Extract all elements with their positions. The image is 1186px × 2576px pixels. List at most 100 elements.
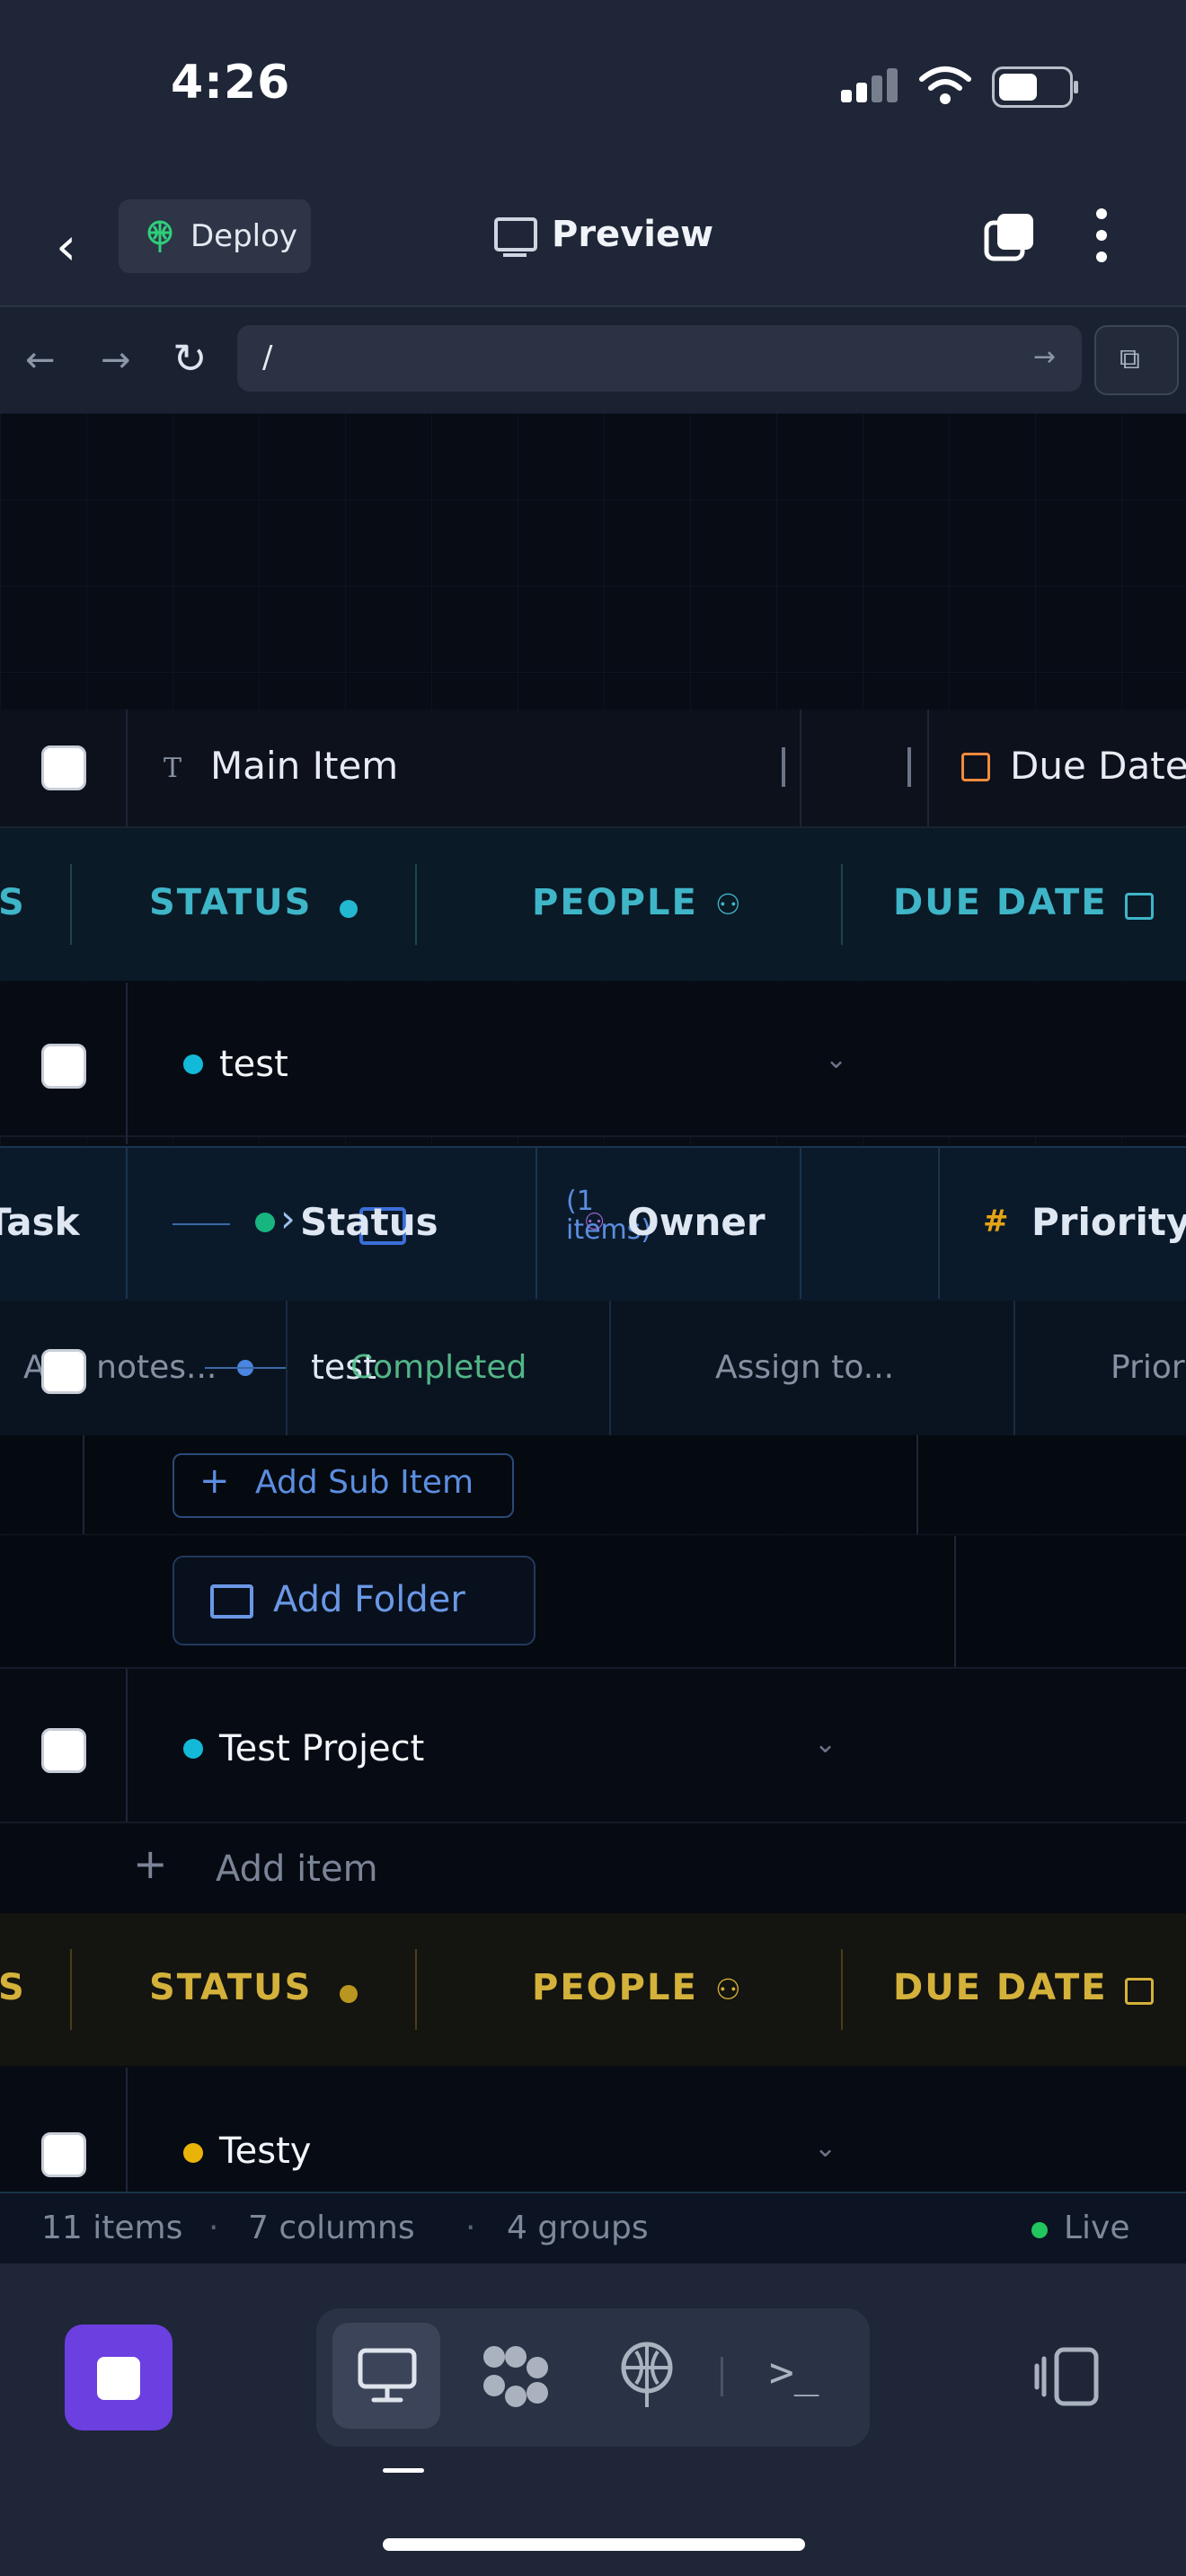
- owner-input[interactable]: Assign to...: [715, 1349, 894, 1386]
- text-type-icon: T: [164, 753, 182, 784]
- row-checkbox[interactable]: [41, 1728, 86, 1773]
- groups-count: 4 groups: [507, 2210, 649, 2246]
- panel-toggle-icon[interactable]: [1033, 2346, 1100, 2407]
- row-checkbox[interactable]: [41, 1044, 86, 1089]
- columns-count: 7 columns: [248, 2210, 415, 2246]
- people-icon: ⚇: [715, 887, 741, 922]
- chevron-down-icon[interactable]: ⌄: [814, 2132, 836, 2164]
- folder-icon: [210, 1584, 253, 1619]
- subitem-column-priority[interactable]: Priority: [1031, 1200, 1186, 1244]
- column-due-date[interactable]: DUE DATE: [893, 1967, 1108, 2008]
- calendar-icon: [961, 753, 990, 781]
- group-row-test-project[interactable]: [0, 1669, 1186, 1823]
- monitor-stand: [503, 253, 527, 257]
- live-status: Live: [1064, 2210, 1130, 2246]
- toolbar-divider: [721, 2357, 723, 2396]
- signal-icon: [841, 66, 898, 102]
- owner-icon: ⚇: [584, 1209, 606, 1236]
- add-item-row[interactable]: [0, 1823, 1186, 1915]
- url-text: /: [262, 340, 273, 375]
- people-icon: ⚇: [715, 1972, 741, 2007]
- monitor-icon: [494, 217, 537, 251]
- plus-icon: +: [199, 1460, 230, 1502]
- stop-icon: [97, 2357, 140, 2400]
- open-external-button[interactable]: ⧉: [1094, 325, 1179, 395]
- select-all-checkbox[interactable]: [41, 745, 86, 790]
- connector-line: [205, 1367, 286, 1369]
- status-dot-icon: [340, 1985, 358, 2003]
- add-sub-item-label: Add Sub Item: [255, 1464, 474, 1501]
- group-name: test: [219, 1044, 288, 1085]
- nav-back-icon[interactable]: ←: [25, 340, 56, 381]
- connector-line: [173, 1223, 230, 1225]
- wifi-icon: [919, 66, 971, 104]
- add-item-label: Add item: [216, 1848, 378, 1890]
- clock: 4:26: [171, 56, 291, 110]
- group-column-header: S STATUS PEOPLE ⚇ DUE DATE: [0, 828, 1186, 981]
- chevron-down-icon[interactable]: ⌄: [814, 1728, 836, 1760]
- monitor-icon[interactable]: [358, 2348, 417, 2404]
- subitem-status[interactable]: Completed: [350, 1349, 527, 1386]
- deploy-label: Deploy: [190, 218, 298, 254]
- home-indicator: [383, 2538, 805, 2551]
- globe-deploy-icon[interactable]: [616, 2341, 677, 2409]
- add-sub-item-button[interactable]: Add Sub Item +: [173, 1453, 514, 1518]
- group-name: Testy: [219, 2130, 312, 2172]
- group-color-dot: [183, 2143, 203, 2163]
- deploy-button[interactable]: Deploy: [119, 199, 311, 273]
- deploy-icon: [147, 220, 173, 252]
- subitem-column-owner[interactable]: Owner: [627, 1200, 766, 1244]
- terminal-icon[interactable]: >_: [769, 2348, 819, 2396]
- group-color-dot: [183, 1054, 203, 1074]
- nav-forward-icon[interactable]: →: [101, 340, 131, 381]
- column-resize-handle[interactable]: [782, 747, 785, 787]
- calendar-icon: [1125, 1978, 1154, 2005]
- chevron-right-icon: ›: [280, 1196, 296, 1240]
- group-column-header: S STATUS PEOPLE ⚇ DUE DATE: [0, 1913, 1186, 2066]
- back-icon[interactable]: ‹: [56, 216, 76, 277]
- hash-icon: #: [983, 1204, 1009, 1239]
- subitem-column-status[interactable]: Status: [300, 1200, 438, 1244]
- chevron-down-icon[interactable]: ⌄: [825, 1044, 847, 1075]
- url-go-icon[interactable]: →: [1033, 341, 1056, 373]
- column-status[interactable]: STATUS: [149, 882, 312, 923]
- column-people[interactable]: PEOPLE: [532, 882, 698, 923]
- stats-footer: 11 items · 7 columns · 4 groups Live: [0, 2192, 1186, 2265]
- stop-button[interactable]: [65, 2325, 173, 2430]
- group-color-dot: [183, 1739, 203, 1759]
- workflow-icon[interactable]: [480, 2342, 552, 2411]
- column-due-date[interactable]: DUE DATE: [893, 882, 1108, 923]
- status-dot-icon: [340, 900, 358, 918]
- column-partial-left: S: [0, 882, 26, 923]
- live-indicator: [1031, 2222, 1048, 2238]
- row-checkbox[interactable]: [41, 2132, 86, 2177]
- items-count: 11 items: [41, 2210, 183, 2246]
- add-folder-label: Add Folder: [273, 1579, 465, 1620]
- column-status[interactable]: STATUS: [149, 1967, 312, 2008]
- more-options-icon[interactable]: [1096, 208, 1107, 273]
- column-partial-left: S: [0, 1967, 26, 2008]
- subitem-checkbox[interactable]: [41, 1349, 86, 1394]
- column-resize-handle[interactable]: [907, 747, 911, 787]
- separator: ·: [465, 2210, 476, 2246]
- calendar-icon: [1125, 893, 1154, 920]
- add-folder-button[interactable]: Add Folder: [173, 1556, 535, 1645]
- url-input[interactable]: [237, 325, 1082, 392]
- subitem-column-task[interactable]: Task: [0, 1200, 80, 1244]
- priority-input[interactable]: Prior: [1111, 1349, 1185, 1386]
- preview-title: Preview: [552, 214, 714, 255]
- column-people[interactable]: PEOPLE: [532, 1967, 698, 2008]
- column-header-due-date[interactable]: Due Date: [1010, 744, 1186, 788]
- group-row-test[interactable]: [0, 983, 1186, 1137]
- active-tab-indicator: [383, 2468, 424, 2473]
- column-header-main-item[interactable]: Main Item: [210, 744, 398, 788]
- status-dot: [255, 1213, 275, 1232]
- plus-icon: +: [133, 1839, 168, 1888]
- group-row-testy[interactable]: [0, 2068, 1186, 2193]
- group-name: Test Project: [219, 1728, 425, 1769]
- reload-icon[interactable]: ↻: [173, 334, 208, 383]
- tabs-icon[interactable]: [983, 212, 1035, 264]
- battery-icon: [992, 66, 1078, 108]
- separator: ·: [208, 2210, 219, 2246]
- external-link-icon: ⧉: [1120, 341, 1140, 375]
